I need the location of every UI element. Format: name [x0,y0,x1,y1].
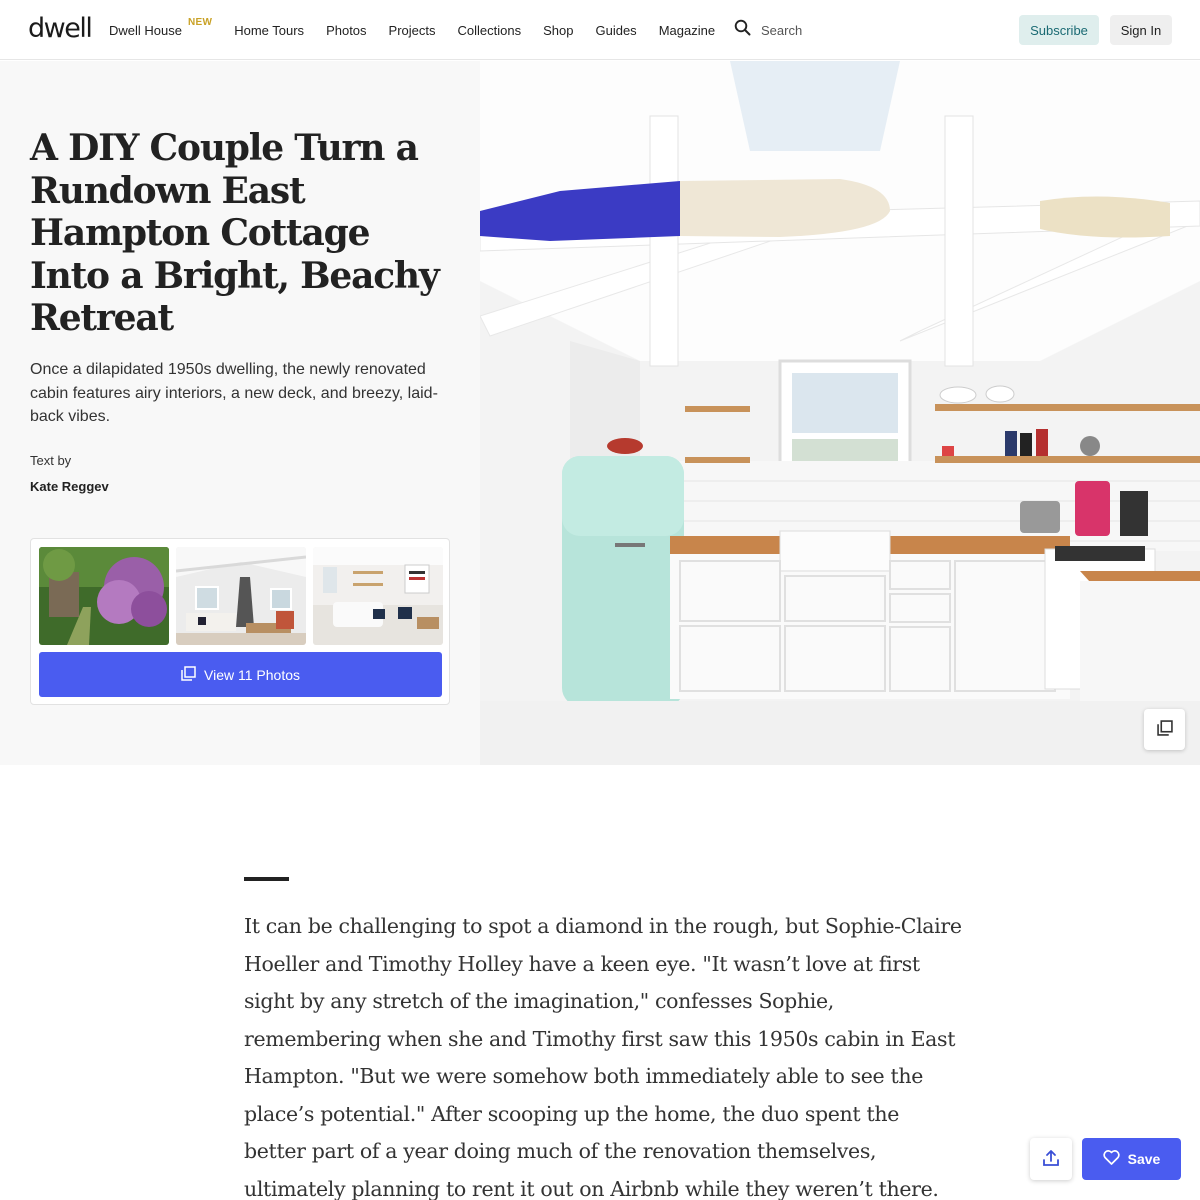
hero-text-panel: A DIY Couple Turn a Rundown East Hampton… [0,61,480,765]
open-gallery-button[interactable] [1144,709,1185,750]
nav-item-shop[interactable]: Shop [543,23,573,38]
author-link[interactable]: Kate Reggev [30,479,109,494]
share-button[interactable] [1030,1138,1072,1180]
search-label: Search [761,22,803,38]
search-trigger[interactable]: Search [734,19,802,41]
article-body-paragraph: It can be challenging to spot a diamond … [244,914,962,1200]
byline-label: Text by [30,453,72,468]
save-button[interactable]: Save [1082,1138,1181,1180]
nav-item-guides[interactable]: Guides [595,23,636,38]
article-divider [244,877,289,881]
heart-icon [1102,1150,1120,1168]
view-photos-label: View 11 Photos [204,666,300,683]
nav-item-collections[interactable]: Collections [458,23,522,38]
save-label: Save [1127,1151,1161,1167]
nav-item-photos[interactable]: Photos [326,23,366,38]
nav-item-magazine[interactable]: Magazine [659,23,715,38]
gallery-thumbnail-exterior[interactable] [39,547,169,645]
article-dek: Once a dilapidated 1950s dwelling, the n… [30,361,438,425]
nav-item-label: Dwell House [109,22,182,38]
gallery-thumbnail-lounge[interactable] [313,547,443,645]
top-nav: dwell Dwell House NEW Home Tours Photos … [0,0,1200,60]
sign-in-button[interactable]: Sign In [1110,15,1172,45]
nav-links: Dwell House NEW Home Tours Photos Projec… [109,0,737,60]
gallery-thumbnail-living-room[interactable] [176,547,306,645]
view-photos-button[interactable]: View 11 Photos [39,652,442,697]
dwell-logo[interactable]: dwell [28,13,93,44]
new-badge: NEW [187,16,213,28]
hero-image-kitchen[interactable] [480,61,1200,765]
nav-item-projects[interactable]: Projects [389,23,436,38]
article-title: A DIY Couple Turn a Rundown East Hampton… [30,127,440,339]
subscribe-button[interactable]: Subscribe [1019,15,1099,45]
gallery-icon [1156,720,1173,739]
photo-gallery-card: View 11 Photos [30,538,450,705]
share-icon [1042,1149,1060,1170]
nav-item-dwell-house[interactable]: Dwell House NEW [109,17,212,38]
gallery-icon [181,665,196,684]
nav-item-home-tours[interactable]: Home Tours [234,23,304,38]
search-icon [734,19,751,41]
